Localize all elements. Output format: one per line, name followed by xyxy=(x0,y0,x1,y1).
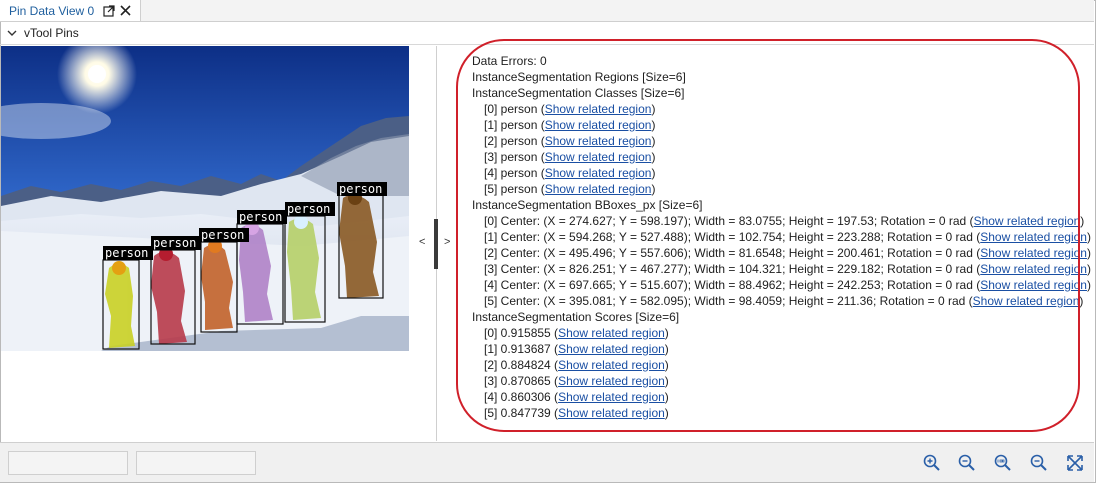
show-related-region-link[interactable]: Show related region xyxy=(558,342,665,356)
score-row-0: [0] 0.915855 (Show related region) xyxy=(484,326,669,340)
label-5: person xyxy=(339,182,382,196)
show-related-region-link[interactable]: Show related region xyxy=(980,246,1087,260)
show-related-region-link[interactable]: Show related region xyxy=(545,102,652,116)
data-errors: Data Errors: 0 xyxy=(472,54,547,68)
bbox-row-2: [2] Center: (X = 495.496; Y = 557.606); … xyxy=(484,246,1091,260)
bbox-text-0: [0] Center: (X = 274.627; Y = 598.197); … xyxy=(484,214,974,228)
bbox-text-3: [3] Center: (X = 826.251; Y = 467.277); … xyxy=(484,262,981,276)
show-related-region-link[interactable]: Show related region xyxy=(545,134,652,148)
tab-title: Pin Data View 0 xyxy=(9,3,95,18)
show-related-region-link[interactable]: Show related region xyxy=(558,358,665,372)
class-text-2: [2] person ( xyxy=(484,134,545,148)
score-text-5: [5] 0.847739 ( xyxy=(484,406,559,420)
bbox-text-5: [5] Center: (X = 395.081; Y = 582.095); … xyxy=(484,294,973,308)
splitter-handle[interactable] xyxy=(434,219,438,269)
scores-header: InstanceSegmentation Scores [Size=6] xyxy=(472,310,680,324)
regions-header: InstanceSegmentation Regions [Size=6] xyxy=(472,70,686,84)
show-related-region-link[interactable]: Show related region xyxy=(558,326,665,340)
label-2: person xyxy=(201,228,244,242)
show-related-region-link[interactable]: Show related region xyxy=(558,390,665,404)
show-related-region-link[interactable]: Show related region xyxy=(545,166,652,180)
class-row-2: [2] person (Show related region) xyxy=(484,134,656,148)
pin-data-list: Data Errors: 0 InstanceSegmentation Regi… xyxy=(472,53,1092,421)
show-related-region-link[interactable]: Show related region xyxy=(980,278,1087,292)
class-text-1: [1] person ( xyxy=(484,118,545,132)
tab-bar: Pin Data View 0 xyxy=(0,0,1094,22)
label-4: person xyxy=(287,202,330,216)
bottom-toolbar xyxy=(0,442,1094,482)
score-text-4: [4] 0.860306 ( xyxy=(484,390,559,404)
zoom-in-icon[interactable] xyxy=(922,453,942,473)
label-1: person xyxy=(153,236,196,250)
class-row-3: [3] person (Show related region) xyxy=(484,150,656,164)
show-related-region-link[interactable]: Show related region xyxy=(545,118,652,132)
class-row-0: [0] person (Show related region) xyxy=(484,102,656,116)
collapse-left-icon[interactable]: < xyxy=(419,236,425,248)
score-text-1: [1] 0.913687 ( xyxy=(484,342,559,356)
show-related-region-link[interactable]: Show related region xyxy=(558,406,665,420)
close-icon[interactable] xyxy=(118,4,132,18)
class-row-5: [5] person (Show related region) xyxy=(484,182,656,196)
class-row-4: [4] person (Show related region) xyxy=(484,166,656,180)
bboxes-header: InstanceSegmentation BBoxes_px [Size=6] xyxy=(472,198,703,212)
undock-icon[interactable] xyxy=(102,4,116,18)
label-3: person xyxy=(239,210,282,224)
vtool-pins-header[interactable]: vTool Pins xyxy=(0,22,1094,45)
segmentation-image: person person person person person perso… xyxy=(1,46,409,351)
bbox-text-4: [4] Center: (X = 697.665; Y = 515.607); … xyxy=(484,278,981,292)
fullscreen-icon[interactable] xyxy=(1065,453,1085,473)
zoom-out-icon[interactable] xyxy=(957,453,977,473)
chevron-down-icon[interactable] xyxy=(6,27,18,39)
status-field-2 xyxy=(136,451,256,475)
zoom-100-icon[interactable] xyxy=(993,453,1013,473)
bbox-text-1: [1] Center: (X = 594.268; Y = 527.488); … xyxy=(484,230,981,244)
score-text-2: [2] 0.884824 ( xyxy=(484,358,559,372)
classes-header: InstanceSegmentation Classes [Size=6] xyxy=(472,86,685,100)
score-row-3: [3] 0.870865 (Show related region) xyxy=(484,374,669,388)
bbox-row-4: [4] Center: (X = 697.665; Y = 515.607); … xyxy=(484,278,1091,292)
bbox-row-5: [5] Center: (X = 395.081; Y = 582.095); … xyxy=(484,294,1084,308)
score-text-0: [0] 0.915855 ( xyxy=(484,326,559,340)
bbox-row-3: [3] Center: (X = 826.251; Y = 467.277); … xyxy=(484,262,1091,276)
collapse-right-icon[interactable]: > xyxy=(444,236,450,248)
show-related-region-link[interactable]: Show related region xyxy=(558,374,665,388)
bbox-row-1: [1] Center: (X = 594.268; Y = 527.488); … xyxy=(484,230,1091,244)
class-text-3: [3] person ( xyxy=(484,150,545,164)
score-row-4: [4] 0.860306 (Show related region) xyxy=(484,390,669,404)
bbox-text-2: [2] Center: (X = 495.496; Y = 557.606); … xyxy=(484,246,981,260)
section-title: vTool Pins xyxy=(24,26,79,40)
label-0: person xyxy=(105,246,148,260)
show-related-region-link[interactable]: Show related region xyxy=(974,214,1081,228)
show-related-region-link[interactable]: Show related region xyxy=(980,262,1087,276)
status-field-1 xyxy=(8,451,128,475)
class-text-0: [0] person ( xyxy=(484,102,545,116)
show-related-region-link[interactable]: Show related region xyxy=(545,150,652,164)
class-text-5: [5] person ( xyxy=(484,182,545,196)
score-text-3: [3] 0.870865 ( xyxy=(484,374,559,388)
score-row-2: [2] 0.884824 (Show related region) xyxy=(484,358,669,372)
show-related-region-link[interactable]: Show related region xyxy=(973,294,1080,308)
class-row-1: [1] person (Show related region) xyxy=(484,118,656,132)
score-row-5: [5] 0.847739 (Show related region) xyxy=(484,406,669,420)
zoom-fit-icon[interactable] xyxy=(1029,453,1049,473)
class-text-4: [4] person ( xyxy=(484,166,545,180)
show-related-region-link[interactable]: Show related region xyxy=(980,230,1087,244)
bbox-row-0: [0] Center: (X = 274.627; Y = 598.197); … xyxy=(484,214,1085,228)
score-row-1: [1] 0.913687 (Show related region) xyxy=(484,342,669,356)
tab-pin-data-view[interactable]: Pin Data View 0 xyxy=(0,0,141,21)
show-related-region-link[interactable]: Show related region xyxy=(545,182,652,196)
